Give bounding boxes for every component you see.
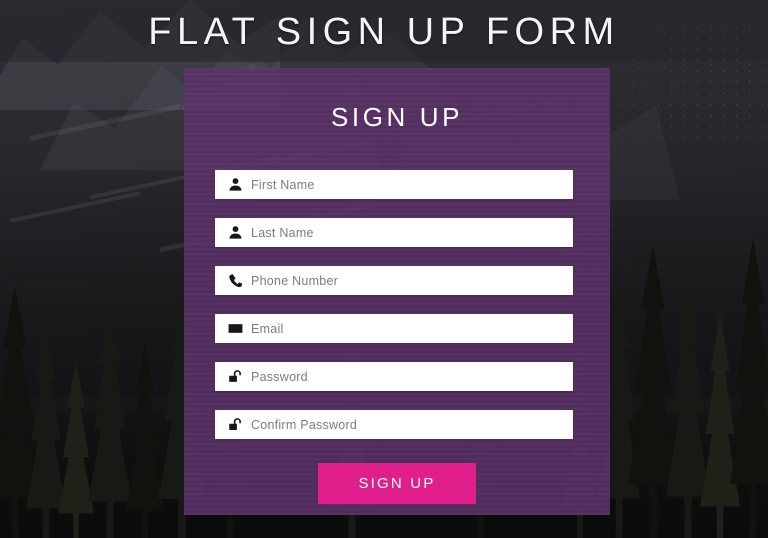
email-placeholder: Email [251, 321, 284, 336]
form-fields: First Name Last Name Phone Number Email … [215, 170, 573, 458]
submit-row: SIGN UP [184, 463, 610, 504]
confirm-password-placeholder: Confirm Password [251, 417, 358, 432]
phone-icon [228, 273, 243, 288]
last-name-placeholder: Last Name [251, 225, 314, 240]
first-name-field[interactable]: First Name [215, 170, 573, 199]
envelope-icon [228, 321, 243, 336]
user-icon [228, 225, 243, 240]
user-icon [228, 177, 243, 192]
unlock-icon [228, 417, 243, 432]
last-name-field[interactable]: Last Name [215, 218, 573, 247]
confirm-password-field[interactable]: Confirm Password [215, 410, 573, 439]
email-field[interactable]: Email [215, 314, 573, 343]
page-root: FLAT SIGN UP FORM SIGN UP First Name Las… [0, 0, 768, 538]
signup-form-panel: SIGN UP First Name Last Name Phone Numbe… [184, 68, 610, 515]
signup-submit-button[interactable]: SIGN UP [318, 463, 476, 504]
unlock-icon [228, 369, 243, 384]
phone-number-field[interactable]: Phone Number [215, 266, 573, 295]
first-name-placeholder: First Name [251, 177, 315, 192]
form-heading: SIGN UP [330, 102, 464, 132]
password-placeholder: Password [251, 369, 308, 384]
password-field[interactable]: Password [215, 362, 573, 391]
phone-number-placeholder: Phone Number [251, 273, 339, 288]
page-title: FLAT SIGN UP FORM [148, 11, 620, 53]
